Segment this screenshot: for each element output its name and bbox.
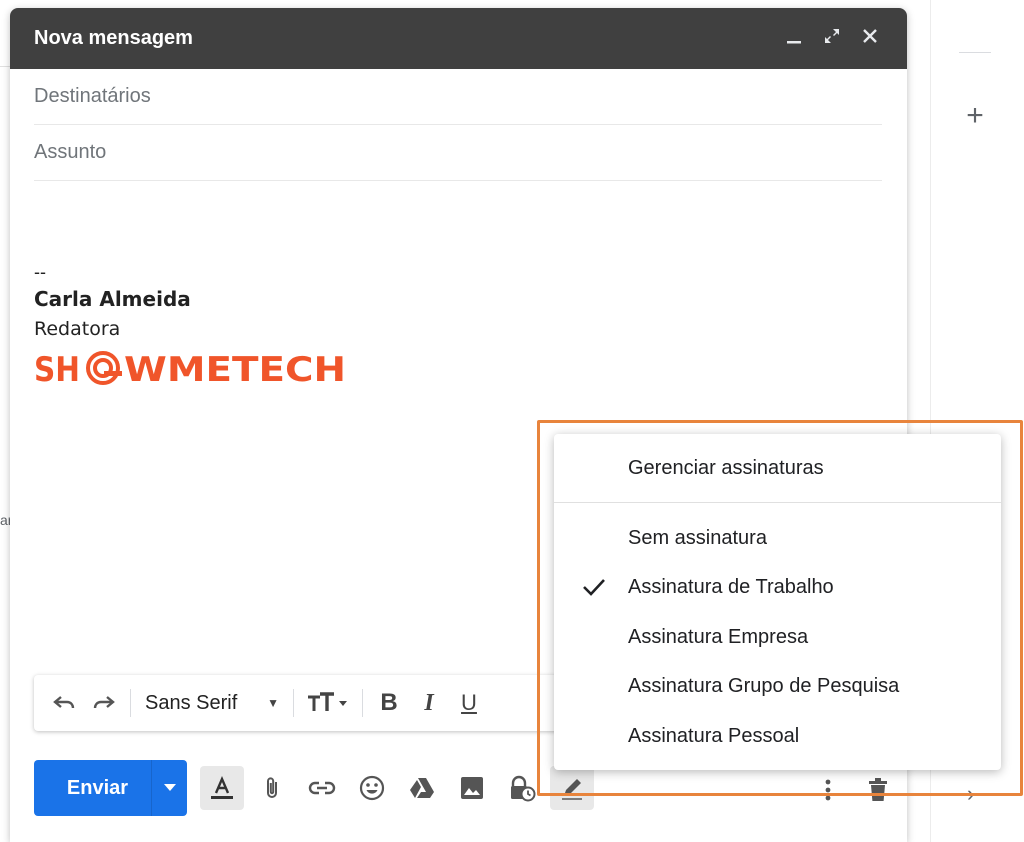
undo-icon[interactable] xyxy=(44,683,84,723)
send-label: Enviar xyxy=(66,776,129,799)
toolbar-divider xyxy=(362,689,363,717)
menu-item-work-signature[interactable]: Assinatura de Trabalho xyxy=(554,562,1001,612)
recipients-placeholder: Destinatários xyxy=(34,85,151,107)
signature-block: -- Carla Almeida Redatora SH WMETECH xyxy=(34,260,348,391)
dropdown-caret-icon: ▼ xyxy=(267,696,279,710)
menu-item-label: Assinatura de Trabalho xyxy=(628,575,834,598)
link-icon[interactable] xyxy=(300,766,344,810)
redo-icon[interactable] xyxy=(84,683,124,723)
more-options-icon[interactable] xyxy=(806,768,850,812)
menu-item-personal-signature[interactable]: Assinatura Pessoal xyxy=(554,711,1001,761)
compose-secondary-actions xyxy=(806,768,906,812)
background-divider xyxy=(0,66,10,67)
expand-icon[interactable] xyxy=(819,26,845,52)
emoji-icon[interactable] xyxy=(350,766,394,810)
signature-pen-icon[interactable] xyxy=(550,766,594,810)
font-family-select[interactable]: Sans Serif ▼ xyxy=(137,692,287,715)
menu-item-no-signature[interactable]: Sem assinatura xyxy=(554,513,1001,563)
signature-name: Carla Almeida xyxy=(34,287,191,311)
checkmark-icon xyxy=(580,573,608,601)
menu-item-label: Assinatura Empresa xyxy=(628,625,809,648)
menu-divider xyxy=(554,502,1001,503)
signature-separator: -- xyxy=(34,262,46,282)
confidential-mode-icon[interactable] xyxy=(500,766,544,810)
signature-role: Redatora xyxy=(34,318,121,340)
discard-draft-icon[interactable] xyxy=(856,768,900,812)
menu-item-label: Gerenciar assinaturas xyxy=(628,456,824,479)
menu-item-label: Sem assinatura xyxy=(628,526,767,549)
toolbar-divider xyxy=(293,689,294,717)
italic-icon[interactable]: I xyxy=(409,683,449,723)
bold-icon[interactable]: B xyxy=(369,683,409,723)
compose-title: Nova mensagem xyxy=(34,27,193,49)
menu-item-research-signature[interactable]: Assinatura Grupo de Pesquisa xyxy=(554,661,1001,711)
insert-photo-icon[interactable] xyxy=(450,766,494,810)
side-panel-divider xyxy=(959,52,991,53)
send-button[interactable]: Enviar xyxy=(34,760,187,816)
menu-item-company-signature[interactable]: Assinatura Empresa xyxy=(554,612,1001,662)
compose-actions xyxy=(200,766,600,810)
menu-item-label: Assinatura Grupo de Pesquisa xyxy=(628,674,900,697)
showmetech-logo: SH WMETECH xyxy=(34,350,348,391)
background-edge: ar xyxy=(0,0,12,842)
font-family-value: Sans Serif xyxy=(145,691,238,714)
svg-text:SH: SH xyxy=(34,350,80,386)
close-icon[interactable] xyxy=(857,26,883,52)
send-options-icon[interactable] xyxy=(151,760,187,816)
menu-item-manage-signatures[interactable]: Gerenciar assinaturas xyxy=(554,443,1001,493)
toolbar-divider xyxy=(130,689,131,717)
svg-text:WMETECH: WMETECH xyxy=(124,350,346,386)
menu-item-label: Assinatura Pessoal xyxy=(628,724,800,747)
text-format-icon[interactable] xyxy=(200,766,244,810)
signature-menu: Gerenciar assinaturas Sem assinatura Ass… xyxy=(554,434,1001,770)
chevron-right-icon[interactable]: › xyxy=(967,783,983,805)
underline-icon[interactable]: U xyxy=(449,683,489,723)
minimize-icon[interactable] xyxy=(781,26,807,52)
subject-field[interactable]: Assunto xyxy=(34,125,882,181)
drive-icon[interactable] xyxy=(400,766,444,810)
font-size-icon[interactable] xyxy=(300,683,356,723)
add-icon[interactable]: + xyxy=(963,101,987,131)
attach-icon[interactable] xyxy=(250,766,294,810)
compose-header: Nova mensagem xyxy=(10,8,907,69)
recipients-field[interactable]: Destinatários xyxy=(34,69,882,125)
subject-placeholder: Assunto xyxy=(34,141,107,163)
